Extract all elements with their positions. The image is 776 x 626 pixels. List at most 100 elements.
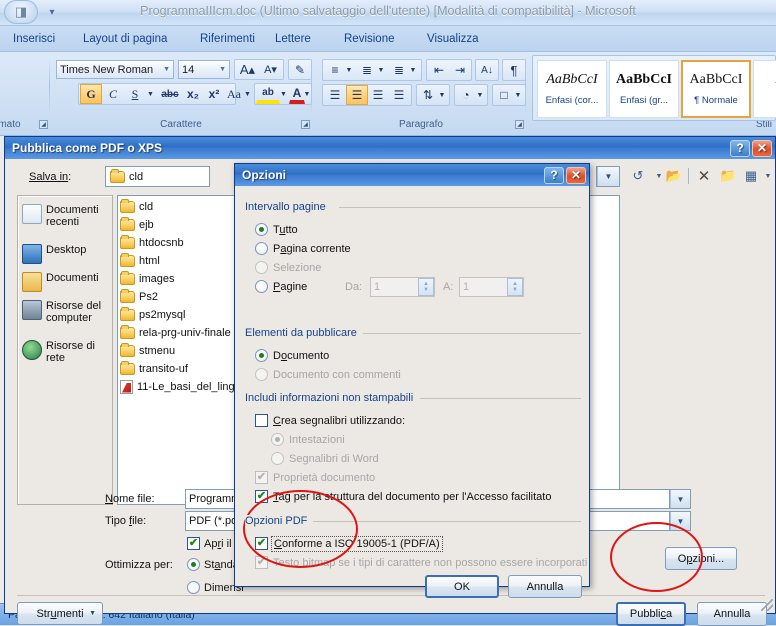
resize-grip[interactable] — [761, 599, 773, 611]
publish-what-document-markup-label: Documento con commenti — [273, 369, 401, 381]
decrease-indent-icon[interactable]: ⇤ — [428, 60, 450, 80]
publish-cancel-button[interactable]: Annulla — [697, 602, 767, 626]
formato-dialog-launcher[interactable]: ◢ — [39, 120, 48, 129]
subscript-button[interactable]: x₂ — [182, 84, 204, 104]
ribbon-group-paragrafo-label: Paragrafo — [399, 119, 443, 130]
shading-icon[interactable]: ◔ — [455, 85, 477, 105]
place-documenti[interactable]: Documenti — [22, 272, 110, 292]
list-item[interactable]: ejb — [120, 216, 154, 233]
borders-chevron-down-icon[interactable]: ▼ — [513, 85, 523, 105]
shrink-font-icon[interactable]: A▾ — [259, 60, 282, 79]
italic-button[interactable]: C — [102, 84, 124, 104]
font-color-chevron-down-icon[interactable]: ▼ — [302, 84, 312, 104]
borders-icon[interactable]: □ — [493, 85, 515, 105]
list-item[interactable]: ps2mysql — [120, 306, 185, 323]
back-arrow-icon[interactable]: ↺ — [627, 166, 649, 186]
bullets-chevron-down-icon[interactable]: ▼ — [344, 60, 354, 80]
clear-formatting-icon[interactable]: ✎ — [289, 60, 311, 79]
bold-button[interactable]: G — [80, 84, 102, 104]
shading-chevron-down-icon[interactable]: ▼ — [475, 85, 485, 105]
multilevel-chevron-down-icon[interactable]: ▼ — [408, 60, 418, 80]
font-size-combo[interactable]: 14 ▼ — [178, 60, 230, 79]
close-button[interactable]: ✕ — [752, 139, 772, 157]
style-item-sottotitolo[interactable]: AaB Sott — [753, 60, 776, 118]
list-item[interactable]: htdocsnb — [120, 234, 184, 251]
tab-visualizza[interactable]: Visualizza — [420, 30, 486, 49]
optimize-standard-radio[interactable] — [187, 558, 200, 571]
page-range-all-radio[interactable] — [255, 223, 268, 236]
carattere-dialog-launcher[interactable]: ◢ — [301, 120, 310, 129]
font-family-combo[interactable]: Times New Roman ▼ — [56, 60, 174, 79]
iso-pdfa-checkbox[interactable] — [255, 537, 268, 550]
open-file-after-publish-checkbox[interactable] — [187, 537, 200, 550]
save-in-value: cld — [129, 170, 144, 183]
place-risorse-di-rete[interactable]: Risorse di rete — [22, 340, 110, 364]
tools-button[interactable]: Strumenti ▼ — [17, 602, 103, 625]
help-button[interactable]: ? — [730, 139, 750, 157]
optimize-minimum-radio[interactable] — [187, 581, 200, 594]
list-item[interactable]: Ps2 — [120, 288, 158, 305]
underline-chevron-down-icon[interactable]: ▼ — [145, 84, 156, 104]
highlight-chevron-down-icon[interactable]: ▼ — [279, 84, 288, 104]
list-item[interactable]: stmenu — [120, 342, 175, 359]
options-help-button[interactable]: ? — [544, 166, 564, 184]
style-item-enfasi-grassetto[interactable]: AaBbCcI Enfasi (gr... — [609, 60, 679, 118]
multilevel-list-icon[interactable]: ≣ — [388, 60, 410, 80]
list-item[interactable]: rela-prg-univ-finale — [120, 324, 231, 341]
options-cancel-button[interactable]: Annulla — [508, 575, 582, 598]
page-range-pages-radio[interactable] — [255, 280, 268, 293]
underline-button[interactable]: S — [124, 84, 146, 104]
place-desktop[interactable]: Desktop — [22, 244, 110, 264]
tab-layout-di-pagina[interactable]: Layout di pagina — [76, 30, 174, 49]
create-bookmarks-checkbox[interactable] — [255, 414, 268, 427]
place-risorse-del-computer[interactable]: Risorse del computer — [22, 300, 110, 324]
highlight-color-button[interactable]: ab — [256, 84, 280, 104]
options-button[interactable]: Opzioni... — [665, 547, 737, 570]
options-close-button[interactable]: ✕ — [566, 166, 586, 184]
sort-az-icon[interactable]: A↓ — [476, 60, 498, 80]
publish-button[interactable]: Pubblica — [616, 602, 686, 626]
change-case-button[interactable]: Aa — [223, 84, 245, 104]
align-right-icon[interactable]: ☰ — [367, 85, 389, 105]
numbered-list-icon[interactable]: ≣ — [356, 60, 378, 80]
up-one-level-icon[interactable]: 📂 — [663, 166, 685, 186]
tab-riferimenti[interactable]: Riferimenti — [193, 30, 262, 49]
show-formatting-marks-icon[interactable]: ¶ — [503, 60, 525, 80]
list-item[interactable]: images — [120, 270, 174, 287]
views-chevron-down-icon[interactable]: ▼ — [757, 166, 776, 186]
tab-revisione[interactable]: Revisione — [337, 30, 402, 49]
tab-lettere[interactable]: Lettere — [268, 30, 318, 49]
save-in-combo[interactable]: cld — [105, 166, 210, 187]
align-left-icon[interactable]: ☰ — [324, 85, 346, 105]
paragrafo-dialog-launcher[interactable]: ◢ — [515, 120, 524, 129]
style-item-normale[interactable]: AaBbCcI ¶ Normale — [681, 60, 751, 118]
network-places-icon — [22, 340, 42, 360]
list-item[interactable]: transito-uf — [120, 360, 188, 377]
bullet-list-icon[interactable]: ≡ — [324, 60, 346, 80]
save-in-dropdown-button[interactable]: ▼ — [596, 166, 620, 187]
page-range-selection-label: Selezione — [273, 262, 322, 274]
line-spacing-chevron-down-icon[interactable]: ▼ — [437, 85, 447, 105]
delete-icon[interactable]: ✕ — [693, 166, 715, 186]
numbering-chevron-down-icon[interactable]: ▼ — [376, 60, 386, 80]
align-center-icon[interactable]: ☰ — [346, 85, 368, 105]
superscript-button[interactable]: x² — [203, 84, 225, 104]
grow-font-icon[interactable]: A▴ — [236, 60, 259, 79]
strikethrough-button[interactable]: abc — [158, 84, 182, 104]
document-structure-tags-checkbox[interactable] — [255, 490, 268, 503]
style-item-enfasi-corsivo[interactable]: AaBbCcI Enfasi (cor... — [537, 60, 607, 118]
tab-inserisci[interactable]: Inserisci — [6, 30, 62, 49]
filename-dropdown-button[interactable]: ▼ — [669, 489, 691, 509]
line-spacing-icon[interactable]: ⇅ — [417, 85, 439, 105]
increase-indent-icon[interactable]: ⇥ — [449, 60, 471, 80]
list-item[interactable]: html — [120, 252, 160, 269]
list-item[interactable]: cld — [120, 198, 153, 215]
justify-icon[interactable]: ☰ — [388, 85, 410, 105]
options-ok-button[interactable]: OK — [425, 575, 499, 598]
place-documenti-recenti[interactable]: Documenti recenti — [22, 204, 110, 228]
filetype-dropdown-button[interactable]: ▼ — [669, 511, 691, 531]
new-folder-icon[interactable]: 📁 — [717, 166, 739, 186]
page-range-current-radio[interactable] — [255, 242, 268, 255]
change-case-chevron-down-icon[interactable]: ▼ — [243, 84, 252, 104]
publish-what-document-radio[interactable] — [255, 349, 268, 362]
